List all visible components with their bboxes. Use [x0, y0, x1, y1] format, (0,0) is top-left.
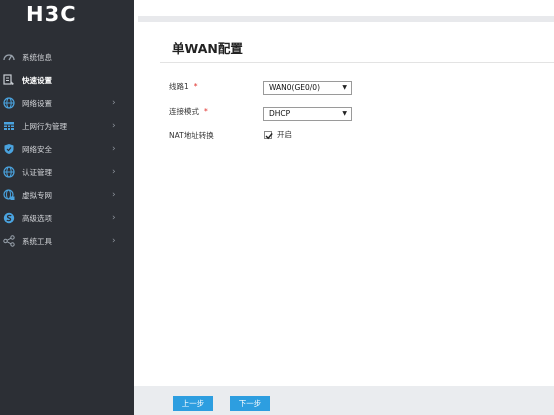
required-mark: *	[204, 107, 208, 116]
connection-mode-select[interactable]: DHCP ▼	[263, 107, 352, 121]
sidebar-item-label: 网络设置	[22, 99, 52, 108]
required-mark: *	[193, 82, 198, 91]
advanced-icon	[3, 212, 15, 224]
checkmark-icon	[265, 133, 273, 140]
chevron-right-icon: ›	[112, 121, 116, 131]
sidebar-item-system-info[interactable]: 系统信息	[0, 46, 134, 69]
sidebar-item-label: 系统工具	[22, 237, 52, 246]
quick-setup-icon	[3, 74, 15, 86]
connection-mode-value: DHCP	[269, 109, 291, 118]
sidebar-item-advanced-options[interactable]: 高级选项 ›	[0, 207, 134, 230]
globe-icon	[3, 97, 15, 109]
h3c-logo: H3C	[26, 2, 77, 26]
nat-label: NAT地址转换	[169, 131, 214, 140]
table-icon	[3, 120, 15, 132]
top-divider	[138, 16, 554, 22]
globe-icon	[3, 166, 15, 178]
chevron-right-icon: ›	[112, 213, 116, 223]
gauge-icon	[3, 51, 15, 63]
chevron-right-icon: ›	[112, 98, 116, 108]
connection-mode-label: 连接模式 *	[169, 107, 208, 117]
shield-icon	[3, 143, 15, 155]
chevron-right-icon: ›	[112, 144, 116, 154]
page-title: 单WAN配置	[172, 41, 243, 56]
sidebar-item-auth-management[interactable]: 认证管理 ›	[0, 161, 134, 184]
sidebar-item-label: 上网行为管理	[22, 122, 67, 131]
chevron-right-icon: ›	[112, 236, 116, 246]
sidebar-item-label: 认证管理	[22, 168, 52, 177]
vpn-globe-icon	[3, 189, 15, 201]
sidebar-item-network-security[interactable]: 网络安全 ›	[0, 138, 134, 161]
next-step-button[interactable]: 下一步	[230, 396, 270, 411]
dropdown-arrow-icon: ▼	[342, 110, 347, 117]
title-divider	[160, 62, 554, 63]
sidebar-item-label: 网络安全	[22, 145, 52, 154]
line-select-value: WAN0(GE0/0)	[269, 83, 320, 92]
sidebar-item-vpn[interactable]: 虚拟专网 ›	[0, 184, 134, 207]
sidebar-item-behavior-management[interactable]: 上网行为管理 ›	[0, 115, 134, 138]
sidebar-item-label: 系统信息	[22, 53, 52, 62]
sidebar-item-label: 快速设置	[22, 76, 52, 85]
line-label-text: 线路1	[169, 82, 189, 91]
chevron-right-icon: ›	[112, 190, 116, 200]
sidebar-item-label: 虚拟专网	[22, 191, 52, 200]
chevron-right-icon: ›	[112, 167, 116, 177]
dropdown-arrow-icon: ▼	[342, 84, 347, 91]
share-icon	[3, 235, 15, 247]
line-label: 线路1 *	[169, 82, 198, 92]
nat-enable-label: 开启	[277, 130, 292, 139]
previous-step-button[interactable]: 上一步	[173, 396, 213, 411]
sidebar-item-system-tools[interactable]: 系统工具 ›	[0, 230, 134, 253]
sidebar-item-label: 高级选项	[22, 214, 52, 223]
connection-mode-label-text: 连接模式	[169, 107, 199, 116]
sidebar-nav: 系统信息 快速设置 网络设置 › 上网行为管理 › 网络安全 › 认证管理 › …	[0, 46, 134, 253]
line-select[interactable]: WAN0(GE0/0) ▼	[263, 81, 352, 95]
sidebar-item-network-settings[interactable]: 网络设置 ›	[0, 92, 134, 115]
nat-enable-checkbox[interactable]	[264, 131, 273, 140]
sidebar: H3C 系统信息 快速设置 网络设置 › 上网行为管理 › 网络安全 › 认证管…	[0, 0, 134, 415]
sidebar-item-quick-setup[interactable]: 快速设置	[0, 69, 134, 92]
